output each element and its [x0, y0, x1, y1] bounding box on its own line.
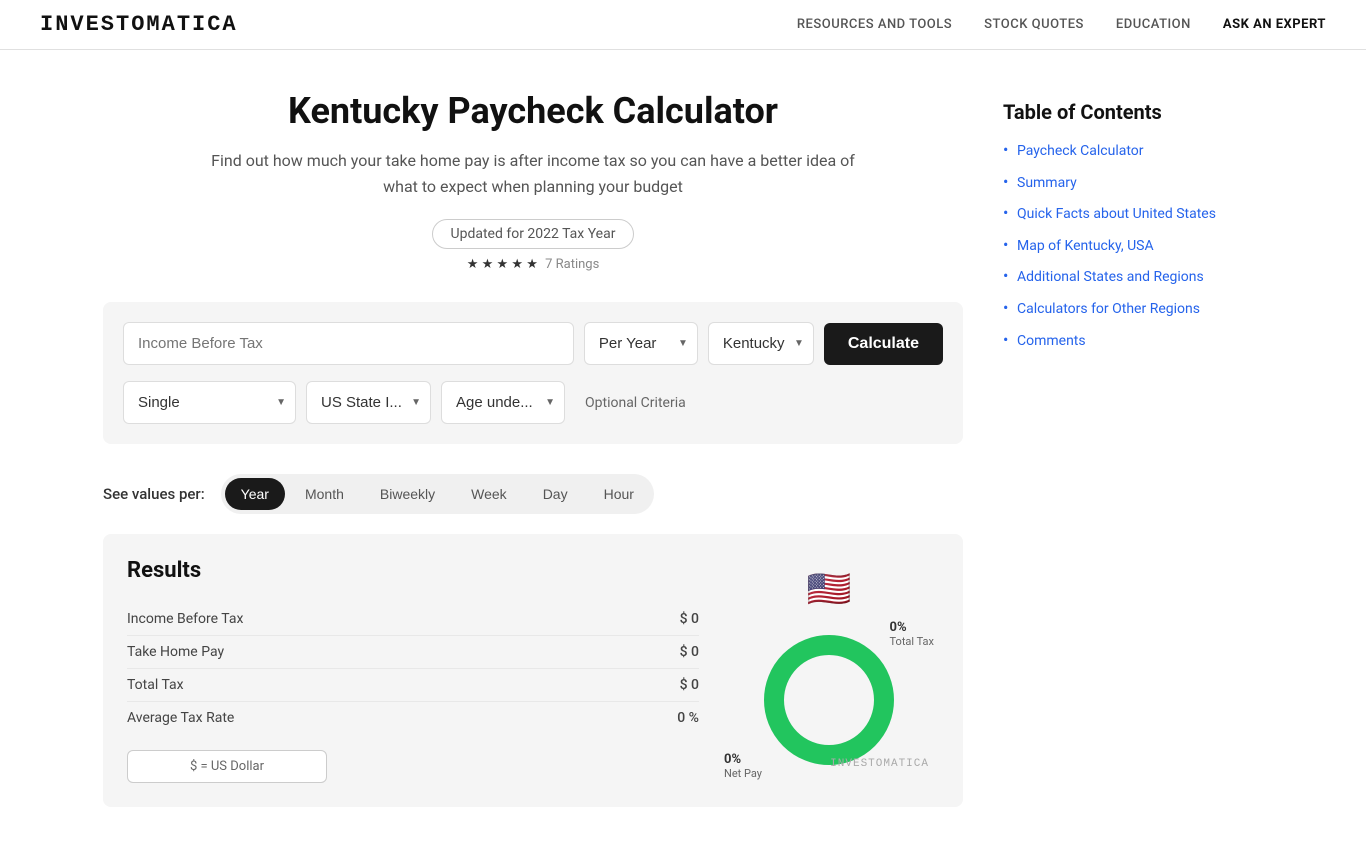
donut-chart	[749, 620, 909, 780]
toc-list: Paycheck Calculator Summary Quick Facts …	[1003, 140, 1263, 351]
toc-paycheck-calculator[interactable]: Paycheck Calculator	[1017, 143, 1144, 159]
tab-day[interactable]: Day	[527, 478, 584, 510]
filing-select[interactable]: Single Married Head of Household	[123, 381, 296, 424]
calculate-button[interactable]: Calculate	[824, 323, 943, 365]
page-title: Kentucky Paycheck Calculator	[103, 90, 963, 132]
calc-optional-row: Single Married Head of Household US Stat…	[123, 381, 943, 424]
calc-main-row: Per Year Per Month Per Week Per Day Per …	[123, 322, 943, 365]
net-pay-annotation: 0% Net Pay	[724, 752, 762, 780]
location-select[interactable]: US State I... None	[306, 381, 431, 424]
rating-count: 7 Ratings	[545, 257, 599, 272]
sidebar: Table of Contents Paycheck Calculator Su…	[1003, 90, 1263, 807]
results-table: Income Before Tax $ 0 Take Home Pay $ 0 …	[127, 603, 699, 734]
hero-description: Find out how much your take home pay is …	[208, 148, 858, 199]
results-box: Results Income Before Tax $ 0 Take Home …	[103, 534, 963, 807]
list-item: Comments	[1003, 330, 1263, 352]
stars-icon: ★ ★ ★ ★ ★	[467, 257, 538, 272]
list-item: Quick Facts about United States	[1003, 203, 1263, 225]
nav-ask-expert[interactable]: ASK AN EXPERT	[1223, 17, 1326, 32]
tab-month[interactable]: Month	[289, 478, 360, 510]
rating-display: ★ ★ ★ ★ ★ 7 Ratings	[103, 257, 963, 272]
toc-other-regions[interactable]: Calculators for Other Regions	[1017, 301, 1200, 317]
updated-badge: Updated for 2022 Tax Year	[432, 219, 635, 249]
optional-criteria-label: Optional Criteria	[585, 395, 686, 411]
results-title: Results	[127, 558, 699, 583]
logo[interactable]: INVESTOMATICA	[40, 12, 238, 37]
nav-resources[interactable]: RESOURCES AND TOOLS	[797, 17, 952, 32]
net-pay-pct: 0%	[724, 752, 762, 767]
result-label-avgrate: Average Tax Rate	[127, 710, 234, 726]
table-row: Average Tax Rate 0 %	[127, 702, 699, 734]
location-select-wrapper: US State I... None	[306, 381, 431, 424]
list-item: Paycheck Calculator	[1003, 140, 1263, 162]
period-section-label: See values per:	[103, 485, 205, 503]
nav-education[interactable]: EDUCATION	[1116, 17, 1191, 32]
period-select[interactable]: Per Year Per Month Per Week Per Day Per …	[584, 322, 698, 365]
currency-row: $ = US Dollar	[127, 750, 699, 783]
toc-additional-states[interactable]: Additional States and Regions	[1017, 269, 1204, 285]
table-row: Total Tax $ 0	[127, 669, 699, 702]
results-left: Results Income Before Tax $ 0 Take Home …	[127, 558, 699, 783]
period-select-wrapper: Per Year Per Month Per Week Per Day Per …	[584, 322, 698, 365]
main-nav: RESOURCES AND TOOLS STOCK QUOTES EDUCATI…	[797, 17, 1326, 32]
results-right: 🇺🇸 0% Total Tax	[719, 558, 939, 783]
result-value-totaltax: $ 0	[680, 677, 699, 693]
filing-select-wrapper: Single Married Head of Household	[123, 381, 296, 424]
list-item: Summary	[1003, 172, 1263, 194]
result-label-totaltax: Total Tax	[127, 677, 184, 693]
list-item: Map of Kentucky, USA	[1003, 235, 1263, 257]
state-select-wrapper: Kentucky Alabama Alaska Arizona	[708, 322, 814, 365]
income-input[interactable]	[123, 322, 574, 365]
state-select[interactable]: Kentucky Alabama Alaska Arizona	[708, 322, 814, 365]
period-section: See values per: Year Month Biweekly Week…	[103, 474, 963, 514]
age-select[interactable]: Age unde... Under 65 65 and over	[441, 381, 565, 424]
toc-comments[interactable]: Comments	[1017, 333, 1086, 349]
result-value-takehome: $ 0	[680, 644, 699, 660]
watermark: INVESTOMATICA	[830, 758, 929, 770]
tab-week[interactable]: Week	[455, 478, 523, 510]
nav-stock-quotes[interactable]: STOCK QUOTES	[984, 17, 1084, 32]
hero-section: Kentucky Paycheck Calculator Find out ho…	[103, 90, 963, 272]
donut-svg	[749, 620, 909, 780]
age-select-wrapper: Age unde... Under 65 65 and over	[441, 381, 565, 424]
list-item: Additional States and Regions	[1003, 266, 1263, 288]
toc-title: Table of Contents	[1003, 100, 1263, 124]
result-value-income: $ 0	[680, 611, 699, 627]
list-item: Calculators for Other Regions	[1003, 298, 1263, 320]
main-content: Kentucky Paycheck Calculator Find out ho…	[103, 90, 963, 807]
site-header: INVESTOMATICA RESOURCES AND TOOLS STOCK …	[0, 0, 1366, 50]
toc-box: Table of Contents Paycheck Calculator Su…	[1003, 90, 1263, 371]
toc-quick-facts[interactable]: Quick Facts about United States	[1017, 206, 1216, 222]
chart-area: 0% Total Tax 0%	[719, 620, 939, 780]
table-row: Take Home Pay $ 0	[127, 636, 699, 669]
result-label-income: Income Before Tax	[127, 611, 243, 627]
page-layout: Kentucky Paycheck Calculator Find out ho…	[83, 50, 1283, 847]
result-label-takehome: Take Home Pay	[127, 644, 224, 660]
tab-year[interactable]: Year	[225, 478, 285, 510]
result-value-avgrate: 0 %	[677, 710, 699, 726]
tab-biweekly[interactable]: Biweekly	[364, 478, 451, 510]
net-pay-label: Net Pay	[724, 767, 762, 780]
table-row: Income Before Tax $ 0	[127, 603, 699, 636]
us-flag-icon: 🇺🇸	[807, 568, 852, 610]
tab-hour[interactable]: Hour	[588, 478, 650, 510]
period-tabs: Year Month Biweekly Week Day Hour	[221, 474, 654, 514]
toc-summary[interactable]: Summary	[1017, 175, 1077, 191]
calculator-box: Per Year Per Month Per Week Per Day Per …	[103, 302, 963, 444]
currency-badge: $ = US Dollar	[127, 750, 327, 783]
toc-map[interactable]: Map of Kentucky, USA	[1017, 238, 1154, 254]
